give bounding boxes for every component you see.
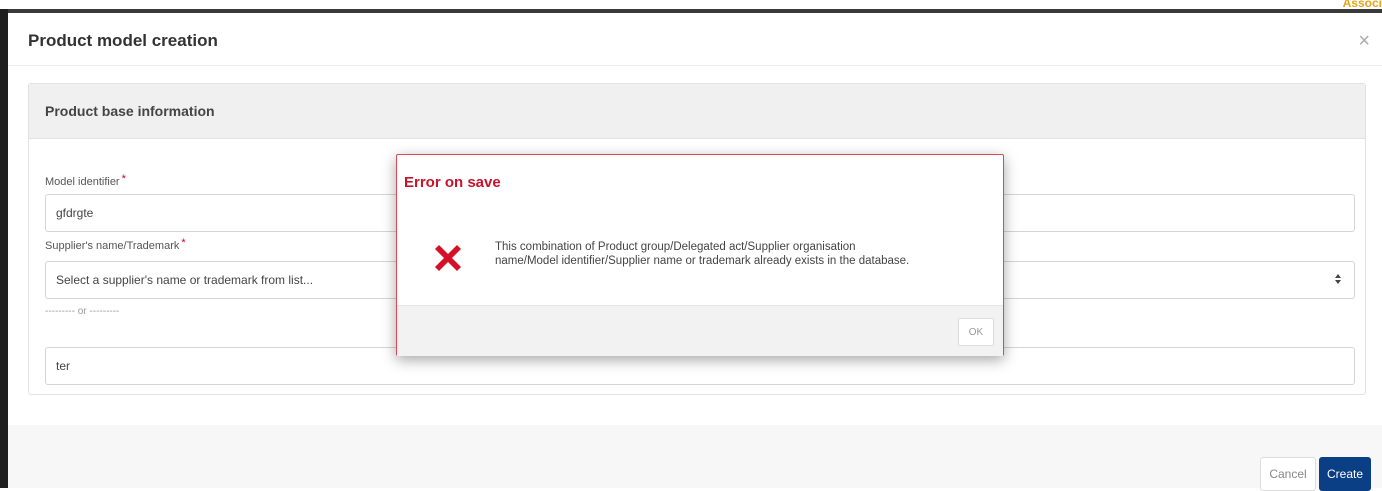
sort-caret-icon xyxy=(1334,273,1342,288)
error-dialog-footer: OK xyxy=(397,305,1003,356)
model-identifier-label: Model identifier * xyxy=(45,173,126,188)
create-button[interactable]: Create xyxy=(1319,457,1371,491)
error-dialog: Error on save This combination of Produc… xyxy=(396,154,1004,356)
error-dialog-body: This combination of Product group/Delega… xyxy=(397,211,1003,304)
error-message: This combination of Product group/Delega… xyxy=(495,240,995,268)
modal-footer: Cancel Create xyxy=(8,425,1382,491)
panel-title: Product base information xyxy=(29,84,1365,139)
title-divider xyxy=(8,65,1382,66)
error-message-line-2: name/Model identifier/Supplier name or t… xyxy=(495,255,910,267)
supplier-name-label-text: Supplier's name/Trademark xyxy=(45,240,180,252)
modal-title: Product model creation xyxy=(28,31,218,50)
error-message-line-1: This combination of Product group/Delega… xyxy=(495,241,856,253)
error-x-icon xyxy=(431,241,465,275)
required-marker: * xyxy=(121,173,126,185)
cancel-button[interactable]: Cancel xyxy=(1260,457,1316,491)
required-marker: * xyxy=(181,237,186,249)
model-identifier-label-text: Model identifier xyxy=(45,176,120,188)
manual-entry-value: ter xyxy=(56,359,71,373)
modal-left-border xyxy=(0,9,8,488)
supplier-name-label: Supplier's name/Trademark * xyxy=(45,237,186,252)
error-dialog-title: Error on save xyxy=(404,174,501,191)
supplier-select-value: Select a supplier's name or trademark fr… xyxy=(56,273,314,287)
ok-button[interactable]: OK xyxy=(958,318,994,346)
model-identifier-value: gfdrgte xyxy=(56,206,94,220)
or-separator: --------- or --------- xyxy=(45,306,120,317)
close-icon[interactable]: × xyxy=(1358,31,1370,51)
